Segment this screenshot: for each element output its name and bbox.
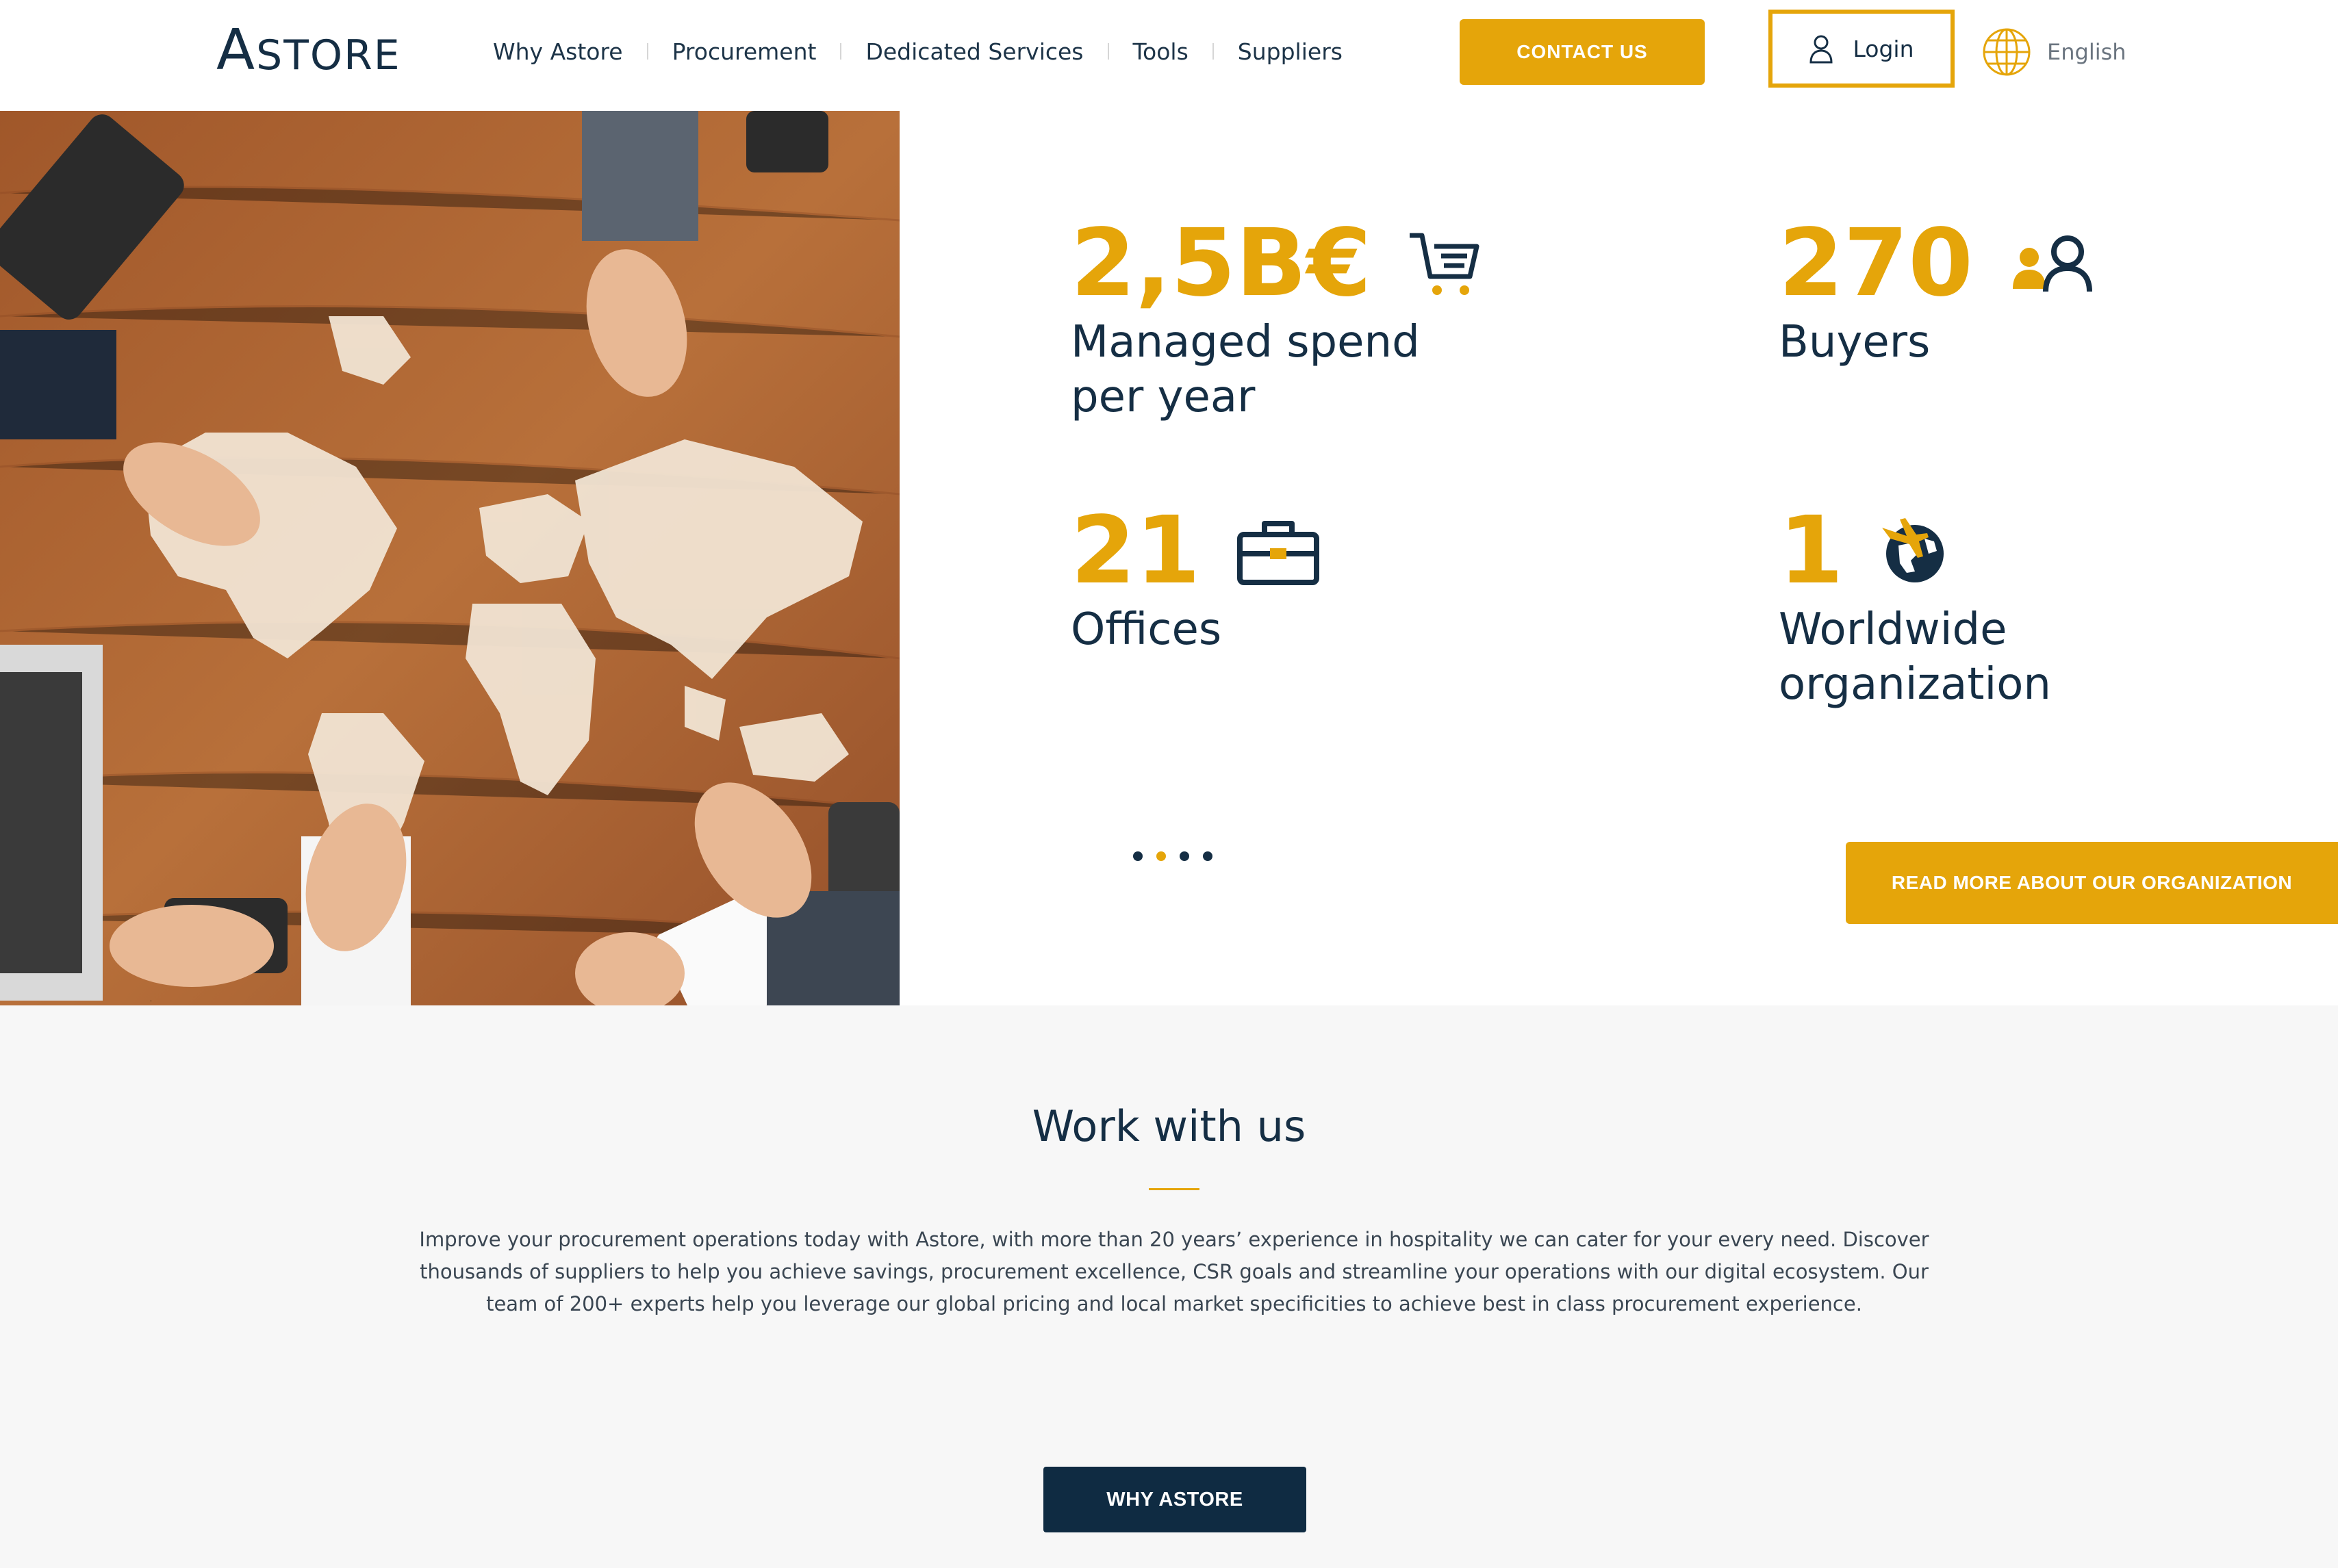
stat-value: 270 xyxy=(1779,209,1973,318)
nav-dedicated-services[interactable]: Dedicated Services xyxy=(865,38,1083,65)
nav-divider xyxy=(1212,43,1214,60)
login-button[interactable]: Login xyxy=(1768,10,1955,88)
stat-label: Managed spend per year xyxy=(1071,317,1420,422)
why-astore-button[interactable]: WHY ASTORE xyxy=(1043,1467,1306,1532)
carousel-dot[interactable] xyxy=(1133,851,1143,861)
stat-value: 2,5B€ xyxy=(1071,209,1372,318)
cart-icon xyxy=(1410,233,1479,295)
nav-suppliers[interactable]: Suppliers xyxy=(1238,38,1343,65)
title-underline xyxy=(1149,1188,1199,1190)
nav-tools[interactable]: Tools xyxy=(1133,38,1189,65)
stat-buyers: 270 Buyers xyxy=(1779,212,2189,370)
globe-icon xyxy=(1983,28,2031,76)
read-more-organization-button[interactable]: READ MORE ABOUT OUR ORGANIZATION xyxy=(1846,842,2338,924)
nav-divider xyxy=(1107,43,1109,60)
users-icon xyxy=(2012,235,2092,292)
carousel-dot[interactable] xyxy=(1203,851,1212,861)
stat-worldwide: 1 Worldwide organization xyxy=(1779,500,2189,712)
carousel-dots xyxy=(1133,851,1212,861)
nav-procurement[interactable]: Procurement xyxy=(672,38,817,65)
nav-why-astore[interactable]: Why Astore xyxy=(493,38,623,65)
briefcase-icon xyxy=(1237,521,1320,585)
contact-us-button[interactable]: CONTACT US xyxy=(1460,19,1705,85)
astore-logo[interactable]: A STORE xyxy=(216,18,401,83)
user-icon xyxy=(1809,35,1833,64)
globe-plane-icon xyxy=(1881,518,1944,582)
stat-value-row: 1 xyxy=(1779,500,2189,602)
stat-label: Offices xyxy=(1071,604,1222,655)
carousel-dot-active[interactable] xyxy=(1156,851,1166,861)
stat-label: Worldwide organization xyxy=(1779,604,2051,710)
logo-wordmark: STORE xyxy=(256,31,401,79)
hero-world-map-photo xyxy=(0,111,900,1005)
stat-value-row: 21 xyxy=(1071,500,1482,602)
nav-divider xyxy=(646,43,648,60)
nav-divider xyxy=(840,43,842,60)
stat-label: Buyers xyxy=(1779,317,1931,368)
stat-offices: 21 Offices xyxy=(1071,500,1482,657)
stat-managed-spend: 2,5B€ Managed spend per year xyxy=(1071,212,1482,424)
section-title: Work with us xyxy=(1032,1101,1306,1151)
stat-value: 21 xyxy=(1071,497,1201,605)
stat-value-row: 2,5B€ xyxy=(1071,212,1482,315)
stat-value-row: 270 xyxy=(1779,212,2189,315)
section-description: Improve your procurement operations toda… xyxy=(419,1228,1929,1315)
language-label: English xyxy=(2047,39,2126,65)
carousel-dot[interactable] xyxy=(1180,851,1189,861)
logo-letter: A xyxy=(216,18,257,83)
main-nav: Why Astore Procurement Dedicated Service… xyxy=(493,34,1343,68)
site-header: A STORE Why Astore Procurement Dedicated… xyxy=(0,0,2338,111)
login-label: Login xyxy=(1853,35,1914,62)
stat-value: 1 xyxy=(1779,497,1844,605)
work-with-us-section: Work with us Improve your procurement op… xyxy=(0,1005,2338,1568)
language-selector[interactable]: English xyxy=(1981,26,2126,78)
